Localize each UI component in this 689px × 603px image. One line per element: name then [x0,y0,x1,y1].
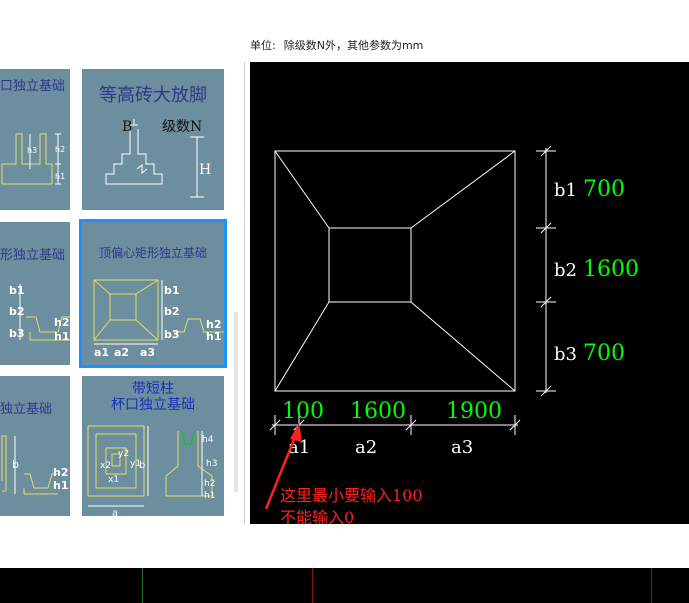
tile4-label-b2: b2 [164,305,180,318]
tile3-label-h2: h2 [54,316,70,329]
tile-eccentric-rect-foundation[interactable]: 顶偏心矩形独立基础 b1 b2 b3 h2 h1 a1 a2 a3 [79,219,227,368]
tile1-label-h1: h1 [55,172,65,181]
tile-independent-foundation[interactable]: 独立基础 b h2 h1 [0,376,70,516]
tile2-label-n: 级数N [162,119,202,135]
cad-drawing-canvas[interactable]: b1 b2 b3 700 1600 700 100 1600 1900 a1 a… [250,62,689,524]
value-a2[interactable]: 1600 [350,399,406,424]
annotation-line2: 不能输入0 [280,508,354,524]
tile5-label-b: b [12,458,19,471]
annotation-line1: 这里最小要输入100 [280,486,423,505]
tile6-label-h2: h2 [204,479,215,489]
label-a2: a2 [355,437,377,458]
foundation-type-gallery: 口独立基础 h3 h2 h1 等高砖大放脚 B 级数N H 形独立基础 b1 b… [0,62,245,524]
tile3-label-b1: b1 [9,284,25,297]
tile4-label-h1: h1 [206,330,222,343]
unit-label: 单位: [250,39,276,52]
tile-diagram: h3 h2 h1 [1,133,65,185]
strip-marker [312,568,313,603]
tile6-label-h1: h1 [204,491,215,501]
tile6-label-x2: x2 [100,461,111,471]
value-b2[interactable]: 1600 [583,257,639,282]
tile-diagram: B 级数N H [105,119,211,198]
label-a3: a3 [451,437,473,458]
gallery-scrollbar[interactable] [234,312,238,492]
tile3-label-b3: b3 [9,327,25,340]
tile-diagram: b1 b2 b3 h1 h2 [9,284,70,343]
tile1-label-h3: h3 [27,146,37,155]
outer-footprint [274,150,516,392]
tile-cup-foundation-short-column[interactable]: 带短柱 杯口独立基础 x2 x1 y2 y1 b a h4 h3 h2 h1 [82,376,224,516]
value-a3[interactable]: 1900 [446,399,502,424]
strip-marker [142,568,143,603]
tile6-label-h4: h4 [202,435,214,445]
tile-brick-footing[interactable]: 等高砖大放脚 B 级数N H [82,69,224,210]
tile4-label-b3: b3 [164,328,180,341]
tile6-label-a: a [112,508,118,516]
tile1-label-h2: h2 [55,145,65,154]
value-b1[interactable]: 700 [583,177,625,202]
tile4-label-a3: a3 [140,346,155,359]
value-b3[interactable]: 700 [583,341,625,366]
unit-note: 单位: 除级数N外，其他参数为mm [250,37,423,53]
tile3-label-b2: b2 [9,305,25,318]
tile-rect-foundation[interactable]: 形独立基础 b1 b2 b3 h1 h2 [0,222,70,365]
tile4-label-a1: a1 [94,346,109,359]
label-b3: b3 [554,344,577,365]
tile-diagram: b1 b2 b3 h2 h1 a1 a2 a3 [93,279,224,359]
tile3-label-h1: h1 [54,330,70,343]
bottom-canvas-strip [0,568,689,603]
tile5-label-h1: h1 [53,479,69,492]
tile4-label-b1: b1 [164,284,180,297]
tile6-label-x1: x1 [108,475,119,485]
tile-diagram: x2 x1 y2 y1 b a h4 h3 h2 h1 [87,425,217,516]
foundation-plan-drawing: b1 b2 b3 700 1600 700 100 1600 1900 a1 a… [264,145,639,524]
tile2-label-h: H [199,162,211,178]
column-footprint [328,227,412,303]
tile2-label-b: B [122,119,132,135]
tile-cup-foundation[interactable]: 口独立基础 h3 h2 h1 [0,69,70,210]
value-a1[interactable]: 100 [282,399,324,424]
tile-diagram: b h2 h1 [1,435,69,495]
label-b2: b2 [554,260,577,281]
label-b1: b1 [554,180,577,201]
tile6-label-y2: y2 [118,449,129,459]
tile6-label-h3: h3 [206,459,217,469]
tile6-label-b: b [139,460,145,471]
unit-value: 除级数N外，其他参数为mm [283,39,424,52]
tile4-label-a2: a2 [114,346,129,359]
tile5-label-h2: h2 [53,466,69,479]
strip-marker [651,568,652,603]
